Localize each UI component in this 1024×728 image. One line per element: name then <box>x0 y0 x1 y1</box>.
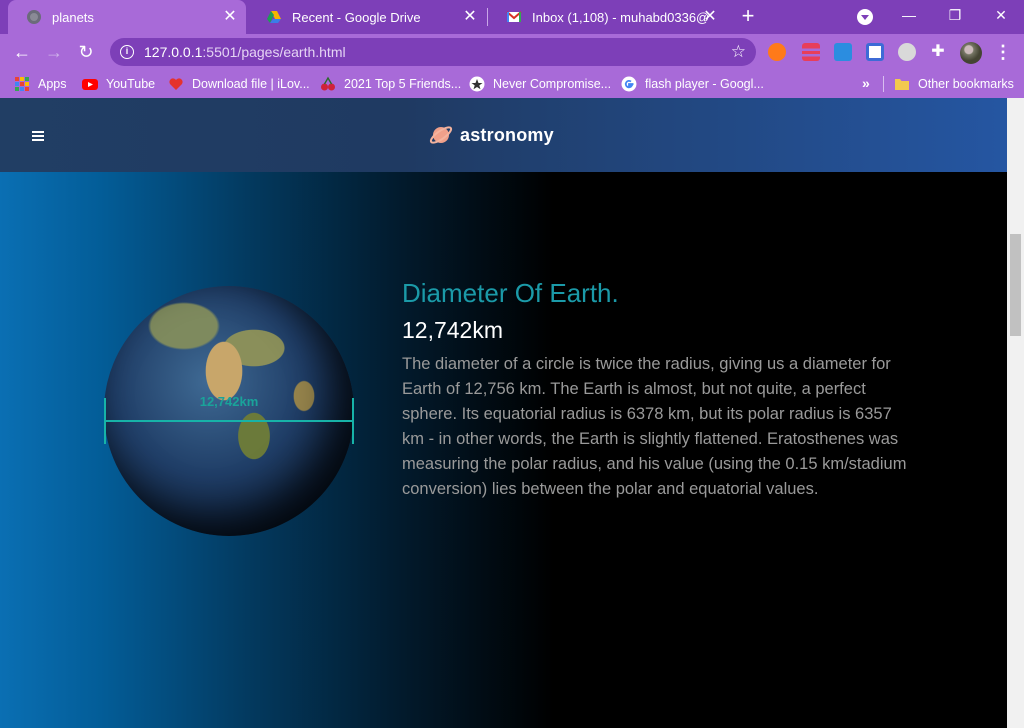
tab-title: Recent - Google Drive <box>292 9 421 25</box>
back-button[interactable]: ← <box>10 40 34 64</box>
bookmark-top-friends[interactable]: 2021 Top 5 Friends... <box>320 74 461 94</box>
google-icon <box>621 76 637 92</box>
address-url: 127.0.0.1:5501/pages/earth.html <box>144 44 346 60</box>
close-tab-icon[interactable]: ✕ <box>702 9 718 25</box>
extension-infinity-icon[interactable] <box>768 43 786 61</box>
bookmark-label: YouTube <box>106 77 156 91</box>
google-drive-icon <box>267 11 281 23</box>
folder-icon <box>895 79 909 90</box>
new-tab-button[interactable]: + <box>738 5 758 27</box>
site-header: astronomy <box>0 98 1007 172</box>
bookmark-flash-player[interactable]: flash player - Googl... <box>621 74 764 94</box>
bookmark-label: flash player - Googl... <box>645 77 764 91</box>
page-viewport: astronomy 12,742km Diameter Of Earth. 12… <box>0 98 1007 728</box>
bookmark-youtube[interactable]: YouTube <box>82 74 155 94</box>
chrome-menu-icon[interactable]: ⋮ <box>994 42 1012 62</box>
close-tab-icon[interactable]: ✕ <box>462 9 478 25</box>
page-scrollbar[interactable] <box>1007 98 1024 728</box>
tab-gmail[interactable]: Inbox (1,108) - muhabd0336@gm ✕ <box>488 0 726 34</box>
extension-cloud-icon[interactable] <box>834 43 852 61</box>
cherries-icon <box>321 76 335 91</box>
section-title: Diameter Of Earth. <box>402 278 619 308</box>
diameter-label: 12,742km <box>199 394 259 409</box>
diameter-value: 12,742km <box>402 317 504 343</box>
tab-planets[interactable]: planets ✕ <box>8 0 246 34</box>
extension-globe-icon[interactable] <box>898 43 916 61</box>
diameter-info: Diameter Of Earth. 12,742km The diameter… <box>402 276 907 502</box>
browser-tab-strip: planets ✕ Recent - Google Drive ✕ Inbox … <box>0 0 1024 34</box>
bookmark-other[interactable]: Other bookmarks <box>894 74 1014 94</box>
bookmark-never-compromise[interactable]: Never Compromise... <box>469 74 611 94</box>
bookmark-label: Apps <box>38 77 67 91</box>
apps-grid-icon <box>15 77 29 91</box>
close-tab-icon[interactable]: ✕ <box>222 9 238 25</box>
profile-avatar[interactable] <box>960 42 982 64</box>
description-text: The diameter of a circle is twice the ra… <box>402 355 907 498</box>
planet-logo-icon <box>429 126 453 144</box>
bookmarks-separator <box>883 76 884 92</box>
forward-button[interactable]: → <box>42 40 66 64</box>
bookmark-ilovepdf[interactable]: Download file | iLov... <box>168 74 310 94</box>
scrollbar-thumb[interactable] <box>1010 234 1021 336</box>
earth-image <box>104 286 354 536</box>
bookmark-label: Other bookmarks <box>918 77 1014 91</box>
tab-search-dropdown-icon[interactable] <box>857 9 873 25</box>
restore-button[interactable]: ❐ <box>932 0 978 30</box>
tab-title: planets <box>52 9 94 25</box>
more-bookmarks-chevron-icon[interactable]: » <box>862 75 870 91</box>
bookmark-star-icon[interactable]: ☆ <box>731 42 746 62</box>
star-badge-icon <box>469 76 485 92</box>
reload-button[interactable]: ↻ <box>74 40 98 64</box>
site-brand[interactable]: astronomy <box>428 122 554 148</box>
diameter-line <box>104 420 354 422</box>
extension-screen-icon[interactable] <box>866 43 884 61</box>
minimize-button[interactable]: — <box>886 0 932 30</box>
close-window-button[interactable]: ✕ <box>978 0 1024 30</box>
bookmarks-bar: Apps YouTube Download file | iLov... 202… <box>0 70 1024 98</box>
bookmark-label: 2021 Top 5 Friends... <box>344 77 462 91</box>
earth-diagram: 12,742km <box>104 286 354 536</box>
hamburger-menu-icon[interactable] <box>32 131 44 141</box>
youtube-icon <box>82 79 98 90</box>
browser-toolbar: ← → ↻ i 127.0.0.1:5501/pages/earth.html … <box>0 34 1024 70</box>
site-info-icon[interactable]: i <box>120 45 134 59</box>
heart-icon <box>169 78 183 90</box>
extension-stripes-icon[interactable] <box>802 43 820 61</box>
bookmark-label: Download file | iLov... <box>192 77 310 91</box>
tab-google-drive[interactable]: Recent - Google Drive ✕ <box>248 0 486 34</box>
gmail-icon <box>506 11 522 22</box>
globe-icon <box>27 10 41 24</box>
tab-title: Inbox (1,108) - muhabd0336@gm <box>532 9 708 25</box>
extensions-puzzle-icon[interactable]: ✚ <box>929 43 947 61</box>
address-bar[interactable]: i 127.0.0.1:5501/pages/earth.html ☆ <box>110 38 756 66</box>
bookmark-label: Never Compromise... <box>493 77 612 91</box>
brand-name: astronomy <box>460 124 554 145</box>
bookmark-apps[interactable]: Apps <box>14 74 67 94</box>
